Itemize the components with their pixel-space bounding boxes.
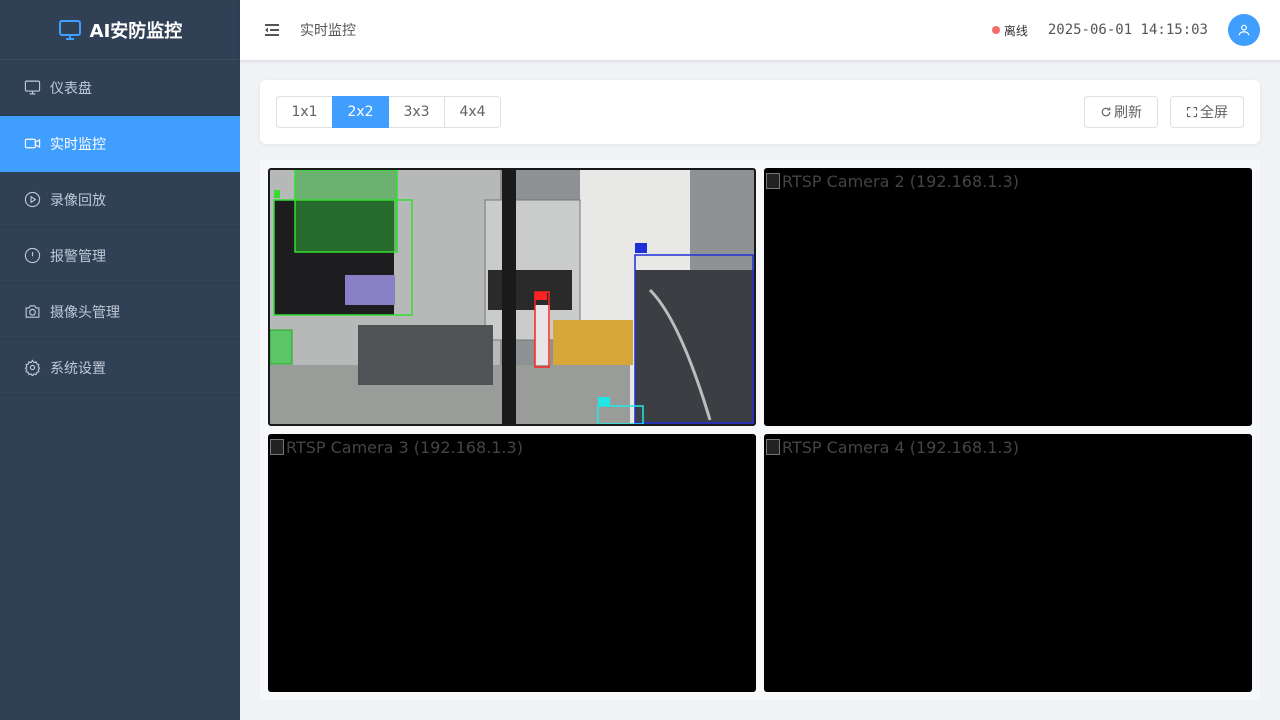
- monitor-icon: [24, 80, 41, 95]
- broken-image-icon: [766, 173, 780, 189]
- avatar[interactable]: [1228, 14, 1260, 46]
- video-camera-icon: [24, 138, 41, 149]
- connection-status: 离线: [991, 22, 1028, 39]
- monitor-icon: [58, 19, 81, 40]
- refresh-button[interactable]: 刷新: [1084, 96, 1158, 128]
- camera-tile-2[interactable]: RTSP Camera 2 (192.168.1.3): [764, 168, 1252, 426]
- datetime: 2025-06-01 14:15:03: [1047, 22, 1208, 38]
- user-icon: [1238, 24, 1250, 36]
- sidebar-item-settings[interactable]: 系统设置: [0, 340, 240, 396]
- camera-placeholder: RTSP Camera 3 (192.168.1.3): [268, 434, 756, 461]
- status-text: 离线: [1003, 23, 1028, 38]
- camera-placeholder: RTSP Camera 4 (192.168.1.3): [764, 434, 1252, 461]
- layout-switcher: 1x1 2x2 3x3 4x4: [276, 96, 501, 128]
- app-title: AI安防监控: [89, 20, 183, 42]
- breadcrumb: 实时监控: [300, 23, 356, 39]
- play-circle-icon: [24, 191, 41, 208]
- sidebar-item-live-monitor[interactable]: 实时监控: [0, 116, 240, 172]
- menu-fold-icon[interactable]: [264, 22, 280, 38]
- warning-circle-icon: [24, 247, 41, 264]
- layout-2x2-button[interactable]: 2x2: [332, 96, 389, 128]
- sidebar: AI安防监控 仪表盘 实时监控 录像回放 报警管理 摄像头管理 系统设置: [0, 0, 240, 720]
- fullscreen-label: 全屏: [1200, 105, 1228, 121]
- camera-feed-1: [270, 170, 754, 424]
- refresh-label: 刷新: [1114, 105, 1142, 121]
- sidebar-item-label: 报警管理: [50, 248, 106, 265]
- camera-tile-1[interactable]: [268, 168, 756, 426]
- layout-1x1-button[interactable]: 1x1: [276, 96, 333, 128]
- camera-icon: [25, 305, 40, 318]
- camera-alt-text: RTSP Camera 3 (192.168.1.3): [286, 438, 523, 457]
- sidebar-item-label: 仪表盘: [50, 80, 92, 97]
- video-grid: RTSP Camera 2 (192.168.1.3) RTSP Camera …: [260, 160, 1260, 700]
- gear-icon: [24, 359, 41, 376]
- top-header: 实时监控 离线 2025-06-01 14:15:03: [240, 0, 1280, 60]
- camera-tile-4[interactable]: RTSP Camera 4 (192.168.1.3): [764, 434, 1252, 692]
- monitor-toolbar: 1x1 2x2 3x3 4x4 刷新 全屏: [260, 80, 1260, 144]
- layout-3x3-button[interactable]: 3x3: [388, 96, 445, 128]
- fullscreen-icon: [1186, 106, 1198, 118]
- sidebar-item-label: 录像回放: [50, 192, 106, 209]
- sidebar-item-label: 摄像头管理: [50, 304, 120, 321]
- sidebar-item-label: 实时监控: [50, 136, 106, 153]
- brand: AI安防监控: [0, 0, 240, 60]
- layout-4x4-button[interactable]: 4x4: [444, 96, 501, 128]
- sidebar-item-dashboard[interactable]: 仪表盘: [0, 60, 240, 116]
- camera-placeholder: RTSP Camera 2 (192.168.1.3): [764, 168, 1252, 195]
- sidebar-item-playback[interactable]: 录像回放: [0, 172, 240, 228]
- broken-image-icon: [270, 439, 284, 455]
- sidebar-item-alarms[interactable]: 报警管理: [0, 228, 240, 284]
- sidebar-item-cameras[interactable]: 摄像头管理: [0, 284, 240, 340]
- broken-image-icon: [766, 439, 780, 455]
- camera-tile-3[interactable]: RTSP Camera 3 (192.168.1.3): [268, 434, 756, 692]
- camera-alt-text: RTSP Camera 4 (192.168.1.3): [782, 438, 1019, 457]
- refresh-icon: [1101, 107, 1111, 117]
- fullscreen-button[interactable]: 全屏: [1170, 96, 1244, 128]
- status-dot-icon: [991, 26, 1000, 34]
- camera-alt-text: RTSP Camera 2 (192.168.1.3): [782, 172, 1019, 191]
- sidebar-item-label: 系统设置: [50, 360, 106, 377]
